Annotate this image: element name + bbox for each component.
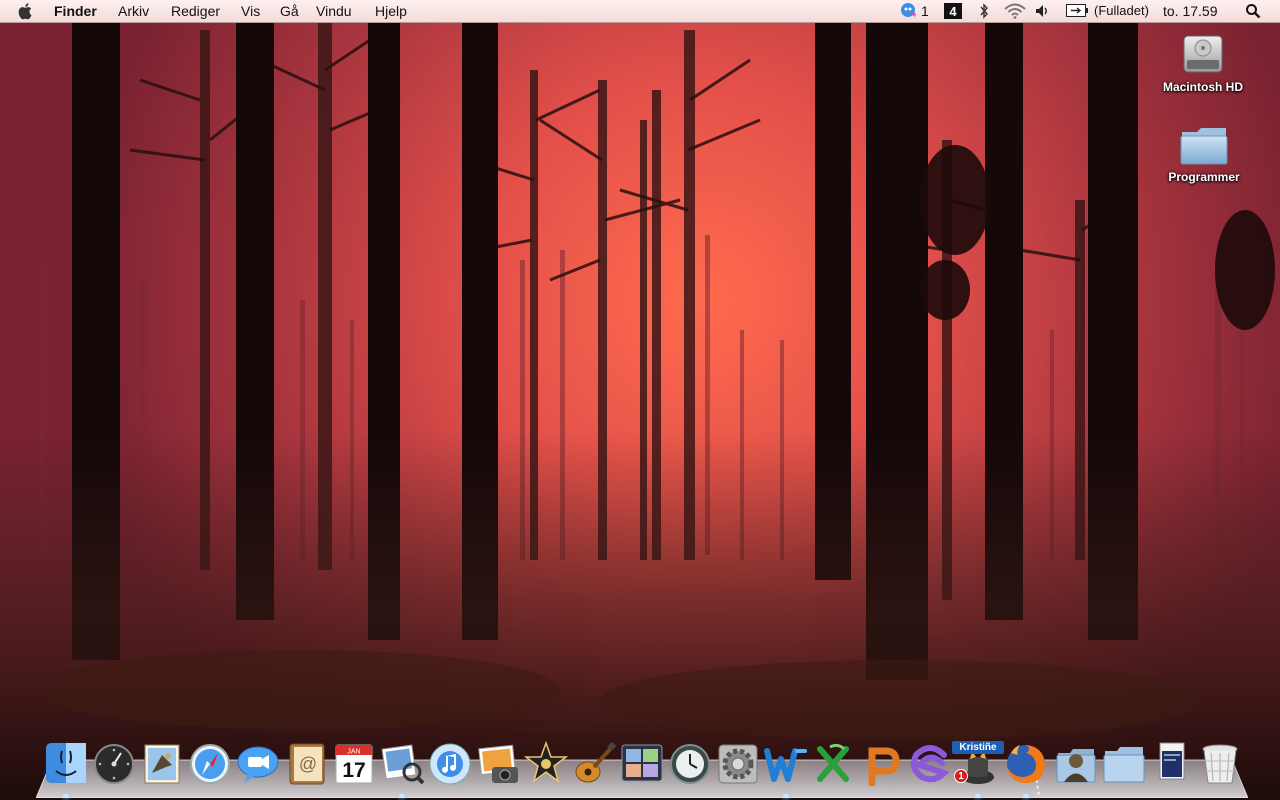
- mail-icon: [144, 744, 180, 784]
- dock: @ JAN 17 Kristiñe 1: [40, 736, 1240, 800]
- dock-garageband[interactable]: [570, 739, 618, 789]
- calendar-icon: JAN 17: [335, 744, 373, 784]
- dock-preview[interactable]: [378, 739, 426, 798]
- menu-hjelp[interactable]: Hjelp: [375, 2, 407, 20]
- powerpoint-icon: [868, 747, 900, 787]
- dock-documents-folder[interactable]: [1100, 739, 1148, 789]
- excel-icon: [817, 743, 849, 782]
- dock-entourage[interactable]: [906, 739, 954, 789]
- dock-system-preferences[interactable]: [714, 739, 762, 789]
- messenger-icon[interactable]: [900, 2, 918, 23]
- dock-spaces[interactable]: [618, 739, 666, 789]
- dashboard-icon: [94, 744, 134, 784]
- preview-icon: [381, 744, 425, 785]
- desktop-icon-programmer[interactable]: Programmer: [1149, 122, 1259, 184]
- document-stack-icon: [1159, 742, 1185, 780]
- dock-finder[interactable]: [42, 739, 90, 798]
- calendar-day: 17: [342, 759, 365, 782]
- apple-icon[interactable]: [18, 2, 34, 24]
- dock-iphoto[interactable]: [474, 739, 522, 789]
- battery-icon[interactable]: [1066, 4, 1088, 20]
- unread-badge: 1: [954, 769, 968, 783]
- menu-vis[interactable]: Vis: [241, 2, 260, 20]
- spotlight-icon[interactable]: [1245, 3, 1261, 22]
- menu-bar: Finder Arkiv Rediger Vis Gå Vindu Hjelp …: [0, 0, 1280, 23]
- menu-ga[interactable]: Gå: [280, 2, 299, 20]
- firefox-icon: [1007, 745, 1045, 783]
- dock-adium[interactable]: Kristiñe 1: [952, 739, 1004, 798]
- adium-contact-tag: Kristiñe: [952, 741, 1004, 754]
- desktop-icon-label: Programmer: [1168, 170, 1240, 184]
- garageband-icon: [575, 741, 617, 783]
- folder-icon: [1180, 128, 1228, 165]
- svg-text:@: @: [299, 754, 317, 774]
- time-machine-icon: [670, 744, 710, 784]
- dock-user-folder[interactable]: [1052, 739, 1100, 789]
- dock-itunes[interactable]: [426, 739, 474, 789]
- dock-imovie[interactable]: [522, 739, 570, 789]
- system-preferences-icon: [718, 744, 758, 784]
- imovie-icon: [523, 740, 569, 783]
- dock-trash[interactable]: [1196, 739, 1244, 789]
- bluetooth-icon[interactable]: [979, 3, 989, 22]
- finder-icon: [46, 743, 86, 783]
- dock-time-machine[interactable]: [666, 739, 714, 789]
- wifi-icon[interactable]: [1004, 3, 1026, 22]
- dock-documents-stack[interactable]: [1148, 739, 1196, 789]
- svg-text:4: 4: [949, 4, 957, 19]
- user-folder-icon: [1056, 749, 1096, 783]
- calendar-month: JAN: [347, 749, 360, 756]
- menu-app-name[interactable]: Finder: [54, 2, 97, 20]
- battery-status[interactable]: (Fulladet): [1094, 2, 1149, 20]
- dock-firefox[interactable]: [1002, 739, 1050, 798]
- app-4-icon[interactable]: 4: [944, 3, 962, 22]
- dock-safari[interactable]: [186, 739, 234, 789]
- spaces-icon: [621, 744, 663, 782]
- safari-icon: [190, 744, 230, 784]
- menu-vindu[interactable]: Vindu: [316, 2, 352, 20]
- dock-mail[interactable]: [138, 739, 186, 789]
- running-indicator: [783, 794, 789, 798]
- dock-dashboard[interactable]: [90, 739, 138, 789]
- messenger-count: 1: [921, 3, 929, 19]
- ichat-icon: [237, 746, 279, 783]
- running-indicator: [975, 794, 981, 798]
- hard-drive-icon: [1183, 35, 1223, 73]
- entourage-icon: [911, 745, 950, 783]
- address-book-icon: @: [289, 743, 325, 785]
- itunes-icon: [429, 743, 471, 785]
- dock-word[interactable]: [762, 739, 810, 798]
- dock-ical[interactable]: JAN 17: [330, 739, 378, 789]
- dock-powerpoint[interactable]: [858, 739, 906, 789]
- desktop-wallpaper: [0, 0, 1280, 800]
- desktop-icon-macintosh-hd[interactable]: Macintosh HD: [1148, 30, 1258, 94]
- menu-rediger[interactable]: Rediger: [171, 2, 220, 20]
- menu-arkiv[interactable]: Arkiv: [118, 2, 149, 20]
- dock-excel[interactable]: [810, 739, 858, 789]
- volume-icon[interactable]: [1034, 3, 1052, 22]
- word-icon: [764, 748, 807, 782]
- folder-icon: [1103, 747, 1145, 783]
- iphoto-icon: [478, 744, 518, 783]
- menu-clock[interactable]: to. 17.59: [1163, 2, 1218, 20]
- running-indicator: [1023, 794, 1029, 798]
- trash-icon: [1202, 744, 1238, 784]
- desktop-icon-label: Macintosh HD: [1162, 80, 1243, 94]
- dock-ichat[interactable]: [234, 739, 282, 789]
- running-indicator: [399, 794, 405, 798]
- running-indicator: [63, 794, 69, 798]
- dock-address-book[interactable]: @: [282, 739, 330, 789]
